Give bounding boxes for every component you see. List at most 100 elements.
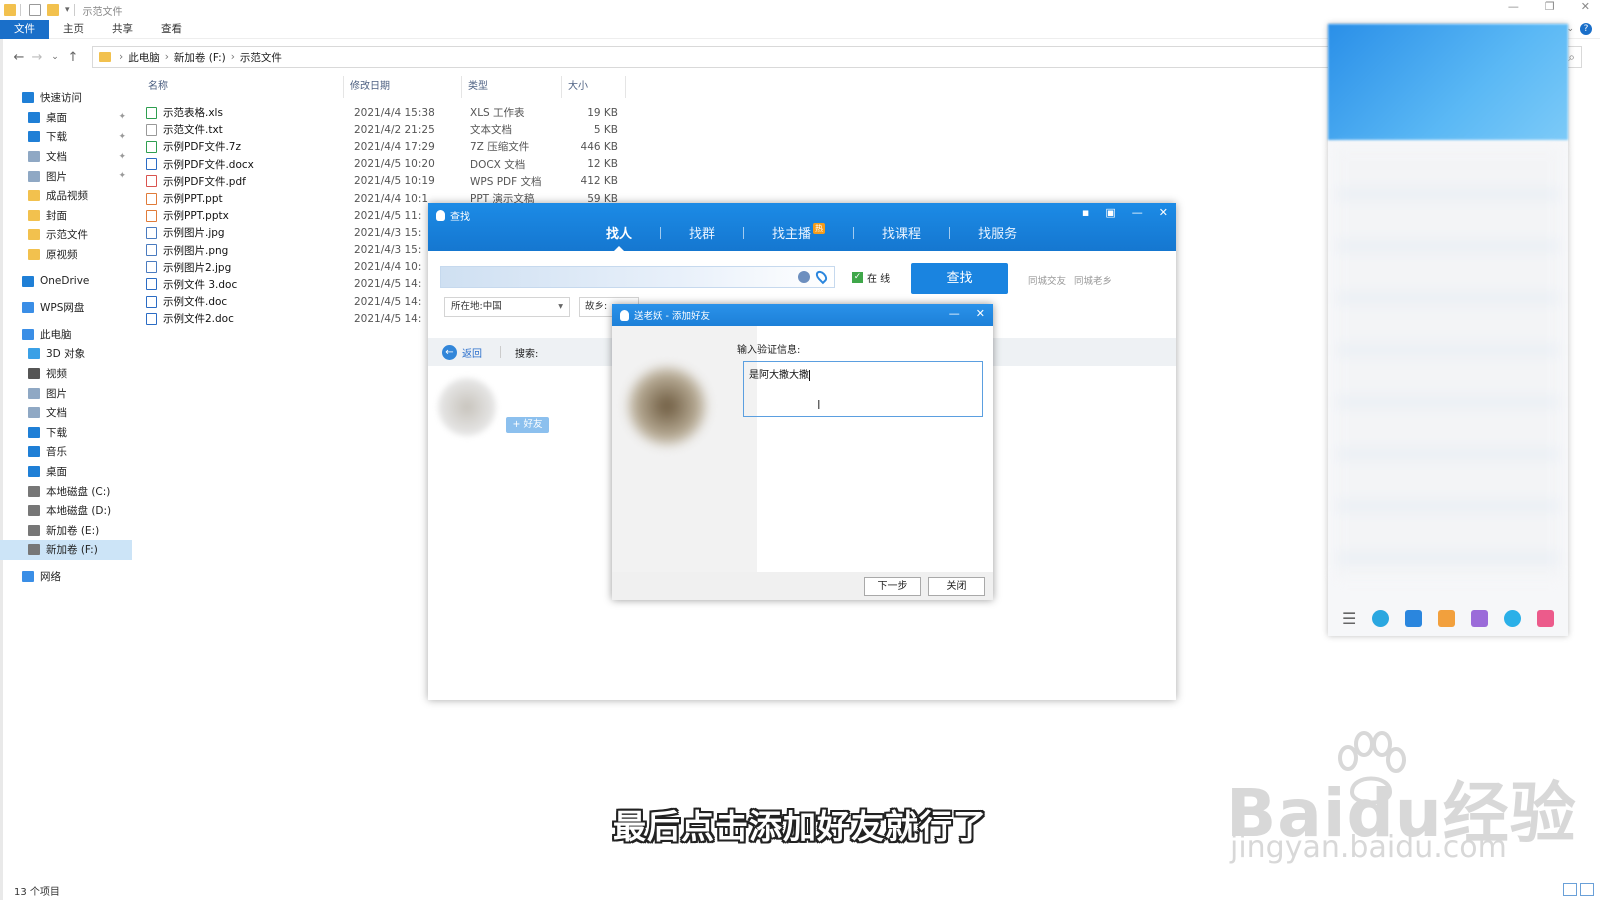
nav-item[interactable]: 图片 [0,383,132,403]
close-icon[interactable]: ✕ [976,307,985,320]
nav-item[interactable]: 新加卷 (E:) [0,520,132,540]
nav-item[interactable]: 图片 ✦ [0,166,132,186]
large-icons-view-icon[interactable] [1580,883,1594,896]
nav-item[interactable]: 成品视频 [0,186,132,206]
file-type-icon [146,140,157,153]
menu-icon[interactable]: ☰ [1342,609,1356,628]
properties-icon[interactable] [29,4,41,16]
verification-message-input[interactable]: 是阿大撒大撒 [743,361,983,417]
file-row[interactable]: 示例PDF文件.pdf 2021/4/5 10:19 WPS PDF 文档 412 K… [132,173,652,190]
file-date: 2021/4/2 21:25 [354,123,435,136]
tab-view[interactable]: 查看 [147,20,196,39]
close-button[interactable]: 关闭 [928,577,985,596]
clear-icon[interactable] [798,271,810,283]
game-icon[interactable] [1471,609,1489,627]
minimize-icon[interactable]: — [1508,0,1519,13]
tab-share[interactable]: 共享 [98,20,147,39]
nav-item[interactable]: 视频 [0,364,132,384]
nav-item-label: 图片 [46,170,67,183]
tab-find-service[interactable]: 找服务 [950,223,1045,242]
app-grid-icon[interactable] [1536,609,1554,627]
close-icon[interactable]: ✕ [1581,0,1590,13]
picture-icon [28,387,40,399]
nav-item[interactable]: 文档 [0,403,132,423]
nav-item[interactable]: 示范文件 [0,225,132,245]
tab-find-people[interactable]: 找人 [578,223,660,251]
column-name[interactable]: 名称 [132,76,344,98]
column-size[interactable]: 大小 [562,76,626,98]
breadcrumb-drive-f[interactable]: 新加卷 (F:) [174,50,226,65]
nav-item[interactable]: 文档 ✦ [0,147,132,167]
file-name-cell: 示例文件2.doc [132,311,344,326]
nav-item[interactable]: 原视频 [0,245,132,265]
location-select[interactable]: 所在地:中国 [444,297,570,317]
tab-find-streamer[interactable]: 找主播热 [744,223,853,242]
tab-find-course[interactable]: 找课程 [854,223,949,242]
add-contact-icon[interactable] [1372,609,1390,627]
forward-arrow-icon[interactable]: → [28,50,46,65]
close-icon[interactable]: ✕ [1159,206,1168,219]
column-type[interactable]: 类型 [462,76,562,98]
tab-file[interactable]: 文件 [0,19,49,39]
file-name: 示例PPT.ppt [163,193,223,206]
nav-item[interactable]: 封面 [0,206,132,226]
minimize-icon[interactable]: — [949,307,960,320]
cloud-icon[interactable] [1504,609,1521,627]
mail-icon[interactable] [1438,609,1456,627]
new-folder-icon[interactable] [47,4,59,16]
nav-item[interactable]: WPS网盘 [0,298,132,318]
back-arrow-icon[interactable]: ← [442,344,457,360]
file-row[interactable]: 示例PDF文件.docx 2021/4/5 10:20 DOCX 文档 12 KB [132,156,652,173]
quick-access-dropdown-icon[interactable]: ▾ [65,5,70,15]
nav-item[interactable]: 下载 [0,423,132,443]
folder-icon [28,209,40,221]
tab-home[interactable]: 主页 [49,20,98,39]
nav-item[interactable]: 3D 对象 [0,344,132,364]
lock-icon[interactable]: ▣ [1105,206,1115,219]
add-friend-button[interactable]: + 好友 [506,417,549,433]
back-link[interactable]: 返回 [462,345,482,360]
find-button[interactable]: 查找 [911,263,1008,294]
minimize-icon[interactable]: — [1132,206,1143,219]
nav-item[interactable]: 下载 ✦ [0,127,132,147]
file-type-icon [146,209,157,222]
next-step-button[interactable]: 下一步 [864,577,921,596]
nav-item[interactable]: OneDrive [0,271,132,291]
nav-item[interactable]: 此电脑 [0,325,132,345]
search-icon[interactable]: ⌕ [1568,50,1575,65]
file-name-cell: 示例PDF文件.7z [132,139,344,154]
recent-locations-icon[interactable]: ⌄ [46,52,64,62]
breadcrumb-current-folder[interactable]: 示范文件 [240,50,282,65]
file-row[interactable]: 示例PDF文件.7z 2021/4/4 17:29 7Z 压缩文件 446 KB [132,138,652,155]
nav-item[interactable]: 桌面 [0,462,132,482]
result-avatar[interactable] [438,378,496,436]
feedback-icon[interactable]: ▪ [1082,206,1089,219]
file-row[interactable]: 示范文件.txt 2021/4/2 21:25 文本文档 5 KB [132,121,652,138]
nav-item[interactable]: 本地磁盘 (C:) [0,481,132,501]
tab-find-group[interactable]: 找群 [661,223,743,242]
file-row[interactable]: 示范表格.xls 2021/4/4 15:38 XLS 工作表 19 KB [132,104,652,121]
details-view-icon[interactable] [1563,883,1577,896]
maximize-icon[interactable]: ❐ [1545,0,1555,13]
qq-search-input[interactable] [440,266,835,288]
link-local-friends[interactable]: 同城交友 [1028,273,1066,287]
nav-item[interactable]: 网络 [0,567,132,587]
up-arrow-icon[interactable]: ↑ [64,50,82,65]
breadcrumb-this-pc[interactable]: 此电脑 [128,50,160,65]
link-local-hometown[interactable]: 同城老乡 [1074,273,1112,287]
nav-item[interactable]: 新加卷 (F:) [0,540,132,560]
add-friend-dialog: 送老妖 - 添加好友 — ✕ 输入验证信息: 是阿大撒大撒 下一步 关闭 [612,304,993,600]
search-label: 搜索: [515,348,539,360]
file-transfer-icon[interactable] [1405,609,1423,627]
location-pin-icon[interactable] [813,268,830,285]
nav-item[interactable]: 快速访问 [0,88,132,108]
help-icon[interactable]: ? [1580,23,1592,35]
back-arrow-icon[interactable]: ← [10,50,28,65]
nav-item[interactable]: 桌面 ✦ [0,108,132,128]
nav-item[interactable]: 本地磁盘 (D:) [0,501,132,521]
file-type-icon [146,278,157,291]
checkbox-checked-icon[interactable]: ✓ [852,272,863,283]
nav-item[interactable]: 音乐 [0,442,132,462]
column-date[interactable]: 修改日期 [344,76,462,98]
online-filter[interactable]: ✓ 在 线 [852,270,890,285]
